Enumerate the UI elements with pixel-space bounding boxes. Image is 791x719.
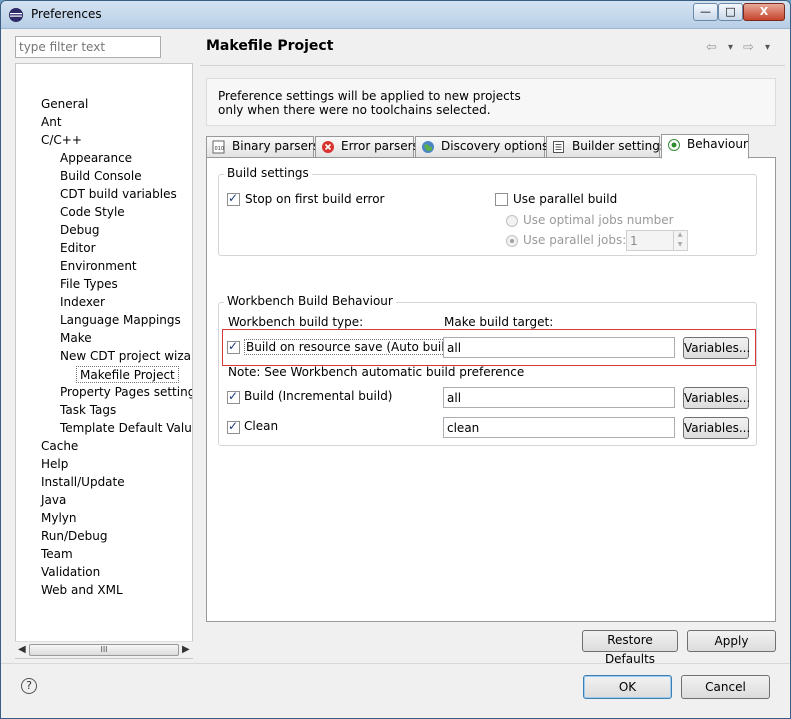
parallel-jobs-radio[interactable] bbox=[506, 235, 518, 247]
navigation-pane: GeneralAntC/C++AppearanceBuild ConsoleCD… bbox=[9, 31, 193, 661]
tree-item-web-and-xml[interactable]: Web and XML bbox=[38, 582, 126, 599]
tree-item-install-update[interactable]: Install/Update bbox=[38, 474, 128, 491]
build-settings-group: Build settings Stop on first build error… bbox=[218, 166, 757, 256]
radio-icon bbox=[668, 139, 680, 151]
tree-horizontal-scrollbar[interactable]: ◀ III ▶ bbox=[15, 641, 193, 658]
ok-button[interactable]: OK bbox=[583, 675, 672, 699]
tab-error-parsers[interactable]: Error parsers bbox=[315, 136, 419, 158]
incremental-build-checkbox[interactable] bbox=[227, 389, 240, 404]
tree-item-code-style[interactable]: Code Style bbox=[57, 204, 128, 221]
clean-target-field[interactable] bbox=[443, 417, 675, 438]
tree-item-validation[interactable]: Validation bbox=[38, 564, 103, 581]
scroll-thumb[interactable]: III bbox=[29, 644, 179, 656]
highlight-box bbox=[222, 329, 756, 366]
tab-builder-settings[interactable]: Builder settings bbox=[546, 136, 666, 158]
incremental-variables-button[interactable]: Variables... bbox=[683, 387, 750, 409]
tree-item-environment[interactable]: Environment bbox=[57, 258, 140, 275]
window-title: Preferences bbox=[31, 7, 102, 21]
bottom-separator bbox=[1, 663, 790, 664]
parallel-jobs-label: Use parallel jobs: bbox=[523, 233, 627, 247]
tree-item-property-pages-settings[interactable]: Property Pages settings bbox=[57, 384, 192, 401]
help-icon[interactable]: ? bbox=[21, 678, 37, 694]
workbench-note: Note: See Workbench automatic build pref… bbox=[228, 365, 525, 379]
tree-item-build-console[interactable]: Build Console bbox=[57, 168, 145, 185]
tree-item-template-default-values[interactable]: Template Default Values bbox=[57, 420, 192, 437]
stop-on-error-label: Stop on first build error bbox=[245, 192, 385, 206]
incremental-target-field[interactable] bbox=[443, 387, 675, 408]
tree-item-language-mappings[interactable]: Language Mappings bbox=[57, 312, 184, 329]
tree-item-team[interactable]: Team bbox=[38, 546, 76, 563]
clean-checkbox[interactable] bbox=[227, 419, 240, 434]
tree-item-make[interactable]: Make bbox=[57, 330, 95, 347]
tab-behaviour[interactable]: Behaviour bbox=[661, 134, 749, 159]
behaviour-panel: Build settings Stop on first build error… bbox=[206, 157, 776, 622]
clean-label: Clean bbox=[244, 419, 279, 433]
tree-item-debug[interactable]: Debug bbox=[57, 222, 102, 239]
forward-menu-icon[interactable]: ▾ bbox=[765, 42, 770, 53]
tree-item-cdt-build-variables[interactable]: CDT build variables bbox=[57, 186, 180, 203]
optimal-jobs-label: Use optimal jobs number bbox=[523, 213, 674, 227]
workbench-title: Workbench Build Behaviour bbox=[224, 294, 396, 308]
parallel-build-label: Use parallel build bbox=[513, 192, 618, 206]
tab-strip: 010 Binary parsers Error parsers Discove… bbox=[206, 134, 776, 159]
tree-item-mylyn[interactable]: Mylyn bbox=[38, 510, 80, 527]
tree-item-c-c[interactable]: C/C++ bbox=[38, 132, 85, 149]
eclipse-icon bbox=[9, 8, 23, 22]
restore-defaults-button[interactable]: Restore Defaults bbox=[582, 630, 678, 666]
tree-item-makefile-project[interactable]: Makefile Project bbox=[76, 366, 179, 383]
build-settings-title: Build settings bbox=[224, 166, 312, 180]
tree-item-run-debug[interactable]: Run/Debug bbox=[38, 528, 111, 545]
tree-item-java[interactable]: Java bbox=[38, 492, 69, 509]
tree-item-new-cdt-project-wizard[interactable]: New CDT project wizard bbox=[57, 348, 192, 365]
spin-down-icon[interactable]: ▼ bbox=[674, 240, 686, 250]
title-bar: Preferences — □ X bbox=[1, 1, 790, 29]
incremental-build-label: Build (Incremental build) bbox=[244, 389, 393, 403]
scroll-right-icon[interactable]: ▶ bbox=[182, 644, 190, 655]
tab-discovery-options[interactable]: Discovery options bbox=[415, 136, 548, 158]
tree-item-file-types[interactable]: File Types bbox=[57, 276, 121, 293]
list-icon bbox=[553, 141, 564, 153]
close-button[interactable]: X bbox=[743, 3, 785, 21]
clean-variables-button[interactable]: Variables... bbox=[683, 417, 750, 439]
tree-item-appearance[interactable]: Appearance bbox=[57, 150, 135, 167]
info-message: Preference settings will be applied to n… bbox=[206, 78, 776, 126]
tree-item-editor[interactable]: Editor bbox=[57, 240, 99, 257]
stop-on-error-checkbox[interactable] bbox=[227, 191, 240, 206]
tree-item-general[interactable]: General bbox=[38, 96, 91, 113]
optimal-jobs-radio[interactable] bbox=[506, 215, 518, 227]
spin-up-icon[interactable]: ▲ bbox=[674, 230, 686, 240]
error-icon bbox=[322, 141, 334, 153]
build-type-header: Workbench build type: bbox=[228, 315, 364, 329]
info-line-2: only when there were no toolchains selec… bbox=[218, 103, 491, 117]
tree-item-cache[interactable]: Cache bbox=[38, 438, 81, 455]
preference-tree: General Ant C/C++ Appearance Build Console CD… bbox=[15, 63, 193, 659]
parallel-build-checkbox[interactable] bbox=[495, 193, 508, 206]
tree-item-indexer[interactable]: Indexer bbox=[57, 294, 108, 311]
globe-icon bbox=[422, 141, 434, 153]
tree-item-help[interactable]: Help bbox=[38, 456, 71, 473]
tree-item-task-tags[interactable]: Task Tags bbox=[57, 402, 119, 419]
build-target-header: Make build target: bbox=[444, 315, 554, 329]
tree-item-ant[interactable]: Ant bbox=[38, 114, 65, 131]
preferences-window: Preferences — □ X GeneralAntC/C++Appeara… bbox=[0, 0, 791, 719]
forward-arrow-icon[interactable]: ⇨ bbox=[743, 40, 754, 55]
apply-button[interactable]: Apply bbox=[687, 630, 776, 652]
scroll-left-icon[interactable]: ◀ bbox=[18, 644, 26, 655]
pane-sash[interactable] bbox=[196, 31, 199, 661]
tab-binary-parsers[interactable]: 010 Binary parsers bbox=[206, 136, 319, 158]
workbench-group: Workbench Build Behaviour Workbench buil… bbox=[218, 294, 757, 446]
back-menu-icon[interactable]: ▾ bbox=[728, 42, 733, 53]
maximize-button[interactable]: □ bbox=[718, 3, 743, 21]
binary-icon: 010 bbox=[212, 140, 225, 154]
svg-text:010: 010 bbox=[215, 146, 225, 152]
parallel-jobs-spinner[interactable]: ▲ ▼ bbox=[673, 230, 686, 251]
page-title: Makefile Project bbox=[206, 38, 334, 54]
info-line-1: Preference settings will be applied to n… bbox=[218, 89, 521, 103]
back-arrow-icon[interactable]: ⇦ bbox=[706, 40, 717, 55]
title-separator bbox=[200, 65, 785, 66]
page-area: Makefile Project ⇦ ▾ ⇨ ▾ Preference sett… bbox=[200, 31, 785, 666]
cancel-button[interactable]: Cancel bbox=[681, 675, 770, 699]
filter-input[interactable] bbox=[15, 36, 161, 58]
minimize-button[interactable]: — bbox=[693, 3, 718, 21]
